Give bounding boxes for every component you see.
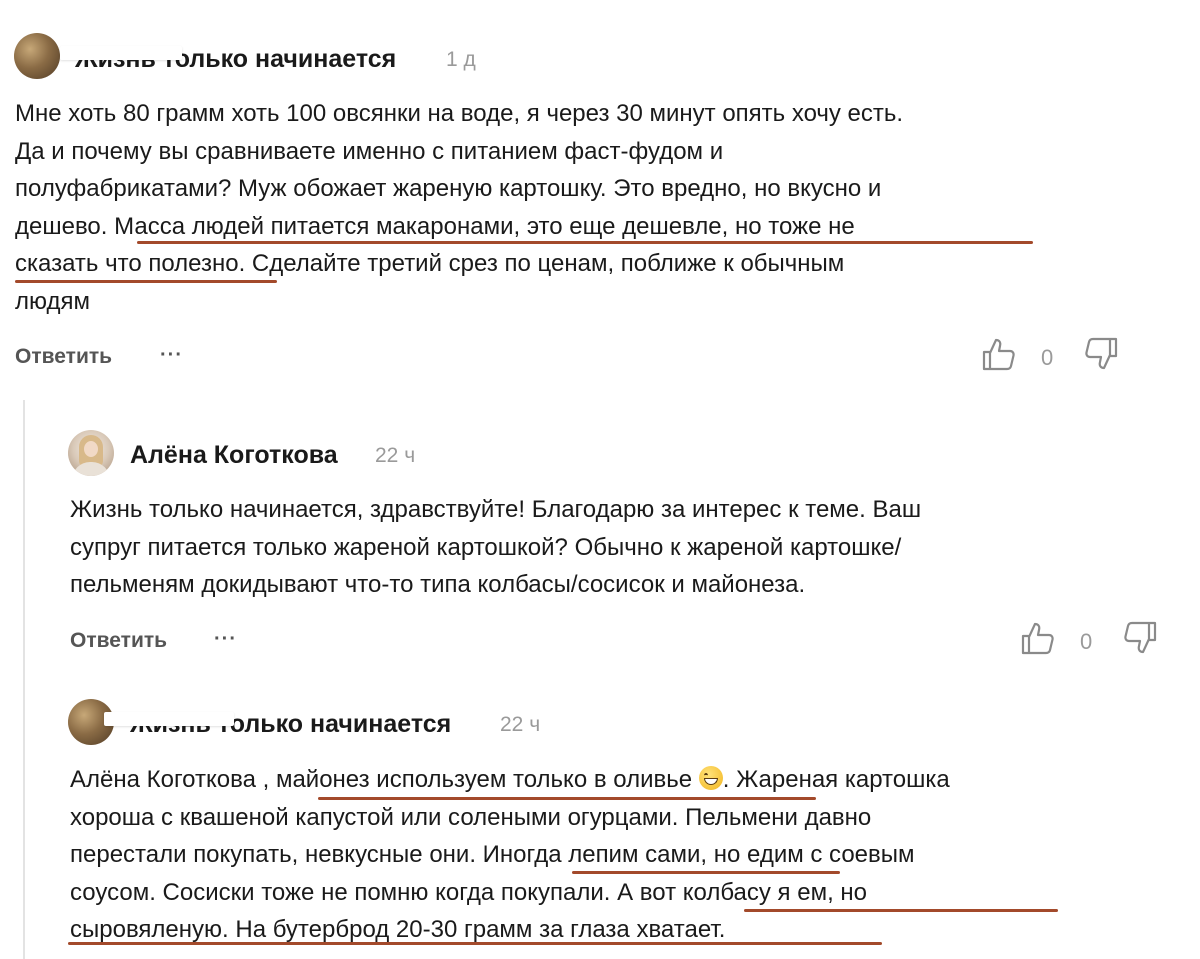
comment-line: Мне хоть 80 грамм хоть 100 овсянки на во… xyxy=(15,100,904,127)
like-count: 0 xyxy=(1080,629,1093,654)
comment-line: перестали покупать, невкусные они. Иногд… xyxy=(70,841,915,868)
comment-line: соусом. Сосиски тоже не помню когда поку… xyxy=(70,878,868,906)
name-redaction xyxy=(104,712,234,726)
comment-line: Да и почему вы сравниваете именно с пита… xyxy=(15,137,724,165)
highlight-underline xyxy=(572,871,840,874)
comment-time: 1 д xyxy=(446,48,476,71)
name-redaction xyxy=(60,46,182,60)
comment-line: супруг питается только жареной картошкой… xyxy=(70,533,902,561)
comment-text: Алёна Коготкова , майонез используем тол… xyxy=(70,761,950,949)
reply-button[interactable]: Ответить xyxy=(70,629,167,653)
comment-line: пельменям докидывают что-то типа колбасы… xyxy=(70,571,806,598)
comment-line: полуфабрикатами? Муж обожает жареную кар… xyxy=(15,175,882,202)
comment-line: дешево. Масса людей питается макаронами,… xyxy=(15,212,855,240)
avatar[interactable] xyxy=(68,430,114,476)
comment-line: сказать что полезно. Сделайте третий сре… xyxy=(15,250,845,277)
highlight-underline xyxy=(137,241,1033,244)
author-name[interactable]: Алёна Коготкова xyxy=(130,441,338,470)
reply-button[interactable]: Ответить xyxy=(15,345,112,369)
highlight-underline xyxy=(744,909,1058,912)
grinning-emoji xyxy=(698,766,723,790)
comment-text: Мне хоть 80 грамм хоть 100 овсянки на во… xyxy=(15,95,903,320)
highlight-underline xyxy=(68,942,882,945)
thumbs-up-icon[interactable] xyxy=(1020,620,1056,656)
comment-line-part: Алёна Коготкова , майонез используем тол… xyxy=(70,766,693,793)
like-count: 0 xyxy=(1041,345,1054,370)
comment-time: 22 ч xyxy=(375,444,416,467)
comment-line: Жизнь только начинается, здравствуйте! Б… xyxy=(70,496,922,523)
thumbs-down-icon[interactable] xyxy=(1083,336,1119,372)
comment-line: Алёна Коготкова , майонез используем тол… xyxy=(70,761,950,799)
comment-text: Жизнь только начинается, здравствуйте! Б… xyxy=(70,491,921,604)
more-icon[interactable]: ··· xyxy=(160,344,183,367)
thumbs-down-icon[interactable] xyxy=(1122,620,1158,656)
thread-line xyxy=(23,400,25,959)
comment-line: людям xyxy=(15,287,90,315)
comment-line-part: . Жареная картошка xyxy=(722,766,950,793)
highlight-underline xyxy=(318,797,816,800)
comment-line: хороша с квашеной капустой или солеными … xyxy=(70,803,872,831)
thumbs-up-icon[interactable] xyxy=(981,336,1017,372)
comment-time: 22 ч xyxy=(500,713,541,736)
highlight-underline xyxy=(15,280,277,283)
more-icon[interactable]: ··· xyxy=(214,628,237,651)
avatar[interactable] xyxy=(14,33,60,79)
